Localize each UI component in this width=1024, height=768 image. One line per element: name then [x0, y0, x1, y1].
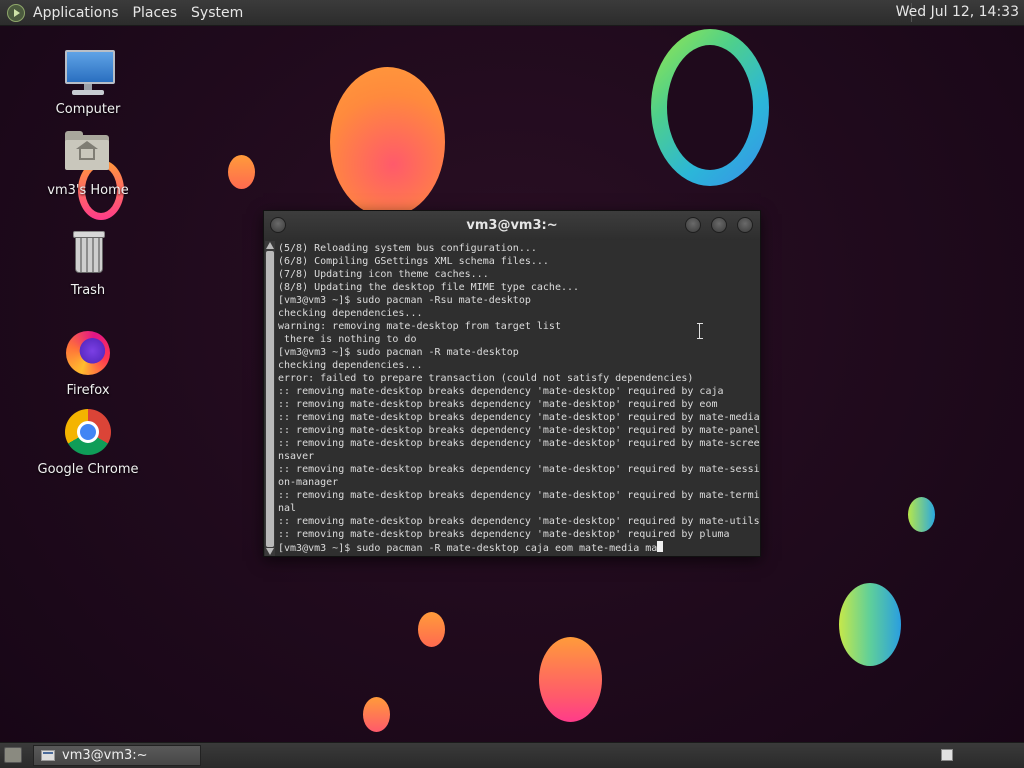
terminal-prompt-line[interactable]: [vm3@vm3 ~]$ sudo pacman -R mate-desktop…	[278, 541, 762, 554]
terminal-line: nsaver	[278, 451, 315, 462]
scroll-down-arrow-icon[interactable]	[266, 548, 274, 555]
firefox-icon	[62, 327, 114, 379]
terminal-line: :: removing mate-desktop breaks dependen…	[278, 438, 760, 449]
terminal-line: nal	[278, 503, 297, 514]
wallpaper-green-blue-dot	[908, 497, 935, 532]
taskbar-item-terminal[interactable]: vm3@vm3:~	[33, 745, 201, 766]
desktop-icon-label: Trash	[70, 283, 106, 298]
show-desktop-icon[interactable]	[4, 747, 22, 763]
wallpaper-orange-dot-mid	[418, 612, 445, 647]
desktop-icon-label: Computer	[55, 102, 121, 117]
computer-icon	[62, 46, 115, 98]
terminal-titlebar[interactable]: vm3@vm3:~	[264, 211, 760, 240]
terminal-window[interactable]: vm3@vm3:~ (5/8) Reloading system bus con…	[263, 210, 761, 557]
chrome-icon	[62, 406, 114, 458]
terminal-line: checking dependencies...	[278, 308, 423, 319]
desktop-icon-trash[interactable]: Trash	[33, 227, 143, 298]
terminal-line: (5/8) Reloading system bus configuration…	[278, 243, 537, 254]
terminal-line: [vm3@vm3 ~]$ sudo pacman -Rsu mate-deskt…	[278, 295, 531, 306]
terminal-line: [vm3@vm3 ~]$ sudo pacman -R mate-desktop	[278, 347, 519, 358]
terminal-output[interactable]: (5/8) Reloading system bus configuration…	[278, 242, 762, 556]
terminal-line: on-manager	[278, 477, 339, 488]
menu-system[interactable]: System	[191, 5, 243, 21]
clock[interactable]: Wed Jul 12, 14:33	[896, 4, 1019, 20]
desktop-icon-computer[interactable]: Computer	[33, 46, 143, 117]
terminal-line: there is nothing to do	[278, 334, 417, 345]
terminal-line: :: removing mate-desktop breaks dependen…	[278, 516, 760, 527]
distro-logo-icon[interactable]	[7, 3, 25, 22]
terminal-line: :: removing mate-desktop breaks dependen…	[278, 490, 760, 501]
desktop: Applications Places System Wed Jul 12, 1…	[0, 0, 1024, 768]
close-button[interactable]	[737, 217, 753, 233]
terminal-scrollbar[interactable]	[265, 241, 275, 556]
ibeam-cursor-icon	[697, 323, 703, 339]
terminal-prompt-text: [vm3@vm3 ~]$ sudo pacman -R mate-desktop…	[278, 543, 658, 554]
desktop-icon-home[interactable]: vm3's Home	[33, 127, 143, 198]
terminal-line: :: removing mate-desktop breaks dependen…	[278, 464, 760, 475]
terminal-line: (7/8) Updating icon theme caches...	[278, 269, 489, 280]
terminal-line: :: removing mate-desktop breaks dependen…	[278, 425, 760, 436]
wallpaper-orange-dot-small	[228, 155, 255, 189]
wallpaper-orange-ellipse-bottom	[539, 637, 602, 722]
desktop-icon-label: vm3's Home	[47, 183, 129, 198]
wallpaper-orange-ellipse-large	[330, 67, 445, 217]
terminal-line: error: failed to prepare transaction (co…	[278, 373, 694, 384]
menu-applications[interactable]: Applications	[33, 5, 119, 21]
terminal-line: (6/8) Compiling GSettings XML schema fil…	[278, 256, 549, 267]
top-panel: Applications Places System Wed Jul 12, 1…	[0, 0, 1024, 26]
desktop-icon-label: Google Chrome	[37, 462, 139, 477]
wallpaper-orange-dot-bottom	[363, 697, 390, 732]
terminal-line: (8/8) Updating the desktop file MIME typ…	[278, 282, 580, 293]
terminal-line: checking dependencies...	[278, 360, 423, 371]
scroll-up-arrow-icon[interactable]	[266, 242, 274, 249]
desktop-icon-firefox[interactable]: Firefox	[33, 327, 143, 398]
window-menu-button[interactable]	[270, 217, 286, 233]
taskbar-item-label: vm3@vm3:~	[62, 748, 148, 763]
terminal-cursor	[657, 541, 664, 552]
workspace-switcher[interactable]	[941, 749, 953, 761]
bottom-panel: vm3@vm3:~	[0, 742, 1024, 768]
wallpaper-green-blue-ellipse	[839, 583, 901, 666]
maximize-button[interactable]	[711, 217, 727, 233]
terminal-line: :: removing mate-desktop breaks dependen…	[278, 529, 730, 540]
desktop-icon-label: Firefox	[66, 383, 110, 398]
trash-icon	[62, 227, 114, 279]
home-folder-icon	[62, 127, 114, 179]
terminal-window-icon	[41, 750, 55, 761]
minimize-button[interactable]	[685, 217, 701, 233]
wallpaper-gradient-ring-large	[651, 29, 769, 186]
terminal-line: warning: removing mate-desktop from targ…	[278, 321, 561, 332]
scrollbar-thumb[interactable]	[266, 251, 274, 547]
terminal-line: :: removing mate-desktop breaks dependen…	[278, 386, 724, 397]
terminal-title: vm3@vm3:~	[466, 218, 558, 233]
menu-places[interactable]: Places	[133, 5, 178, 21]
desktop-icon-chrome[interactable]: Google Chrome	[33, 406, 143, 477]
terminal-line: :: removing mate-desktop breaks dependen…	[278, 412, 760, 423]
terminal-line: :: removing mate-desktop breaks dependen…	[278, 399, 718, 410]
